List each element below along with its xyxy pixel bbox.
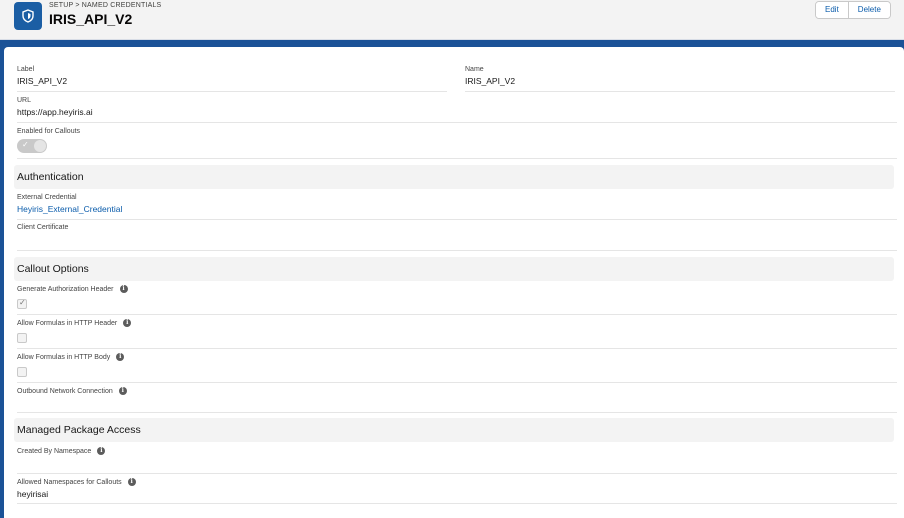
check-icon: ✓ xyxy=(22,140,29,149)
info-icon[interactable]: i xyxy=(119,285,128,293)
formula-header-field: Allow Formulas in HTTP Header i xyxy=(17,319,897,343)
name-field-label: Name xyxy=(465,66,484,73)
divider xyxy=(17,412,897,413)
detail-card: Label IRIS_API_V2 Name IRIS_API_V2 URL h… xyxy=(4,47,904,518)
allowed-ns-label: Allowed Namespaces for Callouts xyxy=(17,478,122,486)
formula-header-checkbox xyxy=(17,333,27,343)
created-by-label: Created By Namespace xyxy=(17,447,92,455)
page-title: IRIS_API_V2 xyxy=(49,11,133,27)
label-field-value: IRIS_API_V2 xyxy=(17,76,68,86)
gen-auth-label: Generate Authorization Header xyxy=(17,285,114,293)
created-by-label-row: Created By Namespace i xyxy=(17,447,897,455)
client-certificate-label: Client Certificate xyxy=(17,224,69,231)
breadcrumb[interactable]: SETUP > NAMED CREDENTIALS xyxy=(49,2,161,9)
url-field: URL https://app.heyiris.ai xyxy=(17,97,897,117)
gen-auth-label-row: Generate Authorization Header i xyxy=(17,285,897,293)
section-callout-options: Callout Options xyxy=(14,257,894,281)
created-by-field: Created By Namespace i xyxy=(17,447,897,458)
divider xyxy=(17,122,897,123)
formula-body-label-row: Allow Formulas in HTTP Body i xyxy=(17,353,897,361)
shield-icon xyxy=(14,2,42,30)
formula-body-field: Allow Formulas in HTTP Body i xyxy=(17,353,897,377)
formula-body-label: Allow Formulas in HTTP Body xyxy=(17,353,111,361)
callouts-field-label: Enabled for Callouts xyxy=(17,128,81,135)
info-icon[interactable]: i xyxy=(123,319,132,327)
divider xyxy=(17,314,897,315)
allowed-ns-label-row: Allowed Namespaces for Callouts i xyxy=(17,478,897,486)
divider xyxy=(465,91,895,92)
section-managed-package: Managed Package Access xyxy=(14,418,894,442)
name-field-value: IRIS_API_V2 xyxy=(465,76,516,86)
edit-button[interactable]: Edit xyxy=(816,2,848,18)
gen-auth-field: Generate Authorization Header i ✓ xyxy=(17,285,897,309)
divider xyxy=(17,158,897,159)
info-icon[interactable]: i xyxy=(116,353,125,361)
page-header: SETUP > NAMED CREDENTIALS IRIS_API_V2 Ed… xyxy=(0,0,904,40)
gen-auth-checkbox: ✓ xyxy=(17,298,27,309)
divider xyxy=(17,503,897,504)
client-certificate-field: Client Certificate xyxy=(17,224,897,234)
divider xyxy=(17,348,897,349)
url-field-label: URL xyxy=(17,97,32,104)
section-authentication: Authentication xyxy=(14,165,894,189)
outbound-label-row: Outbound Network Connection i xyxy=(17,387,897,395)
divider xyxy=(17,473,897,474)
outbound-label: Outbound Network Connection xyxy=(17,387,113,395)
allowed-ns-field: Allowed Namespaces for Callouts i heyiri… xyxy=(17,478,897,499)
callouts-field: Enabled for Callouts ✓ xyxy=(17,128,897,153)
divider xyxy=(17,250,897,251)
formula-body-checkbox xyxy=(17,367,27,377)
external-credential-link[interactable]: Heyiris_External_Credential xyxy=(17,204,897,214)
callouts-toggle: ✓ xyxy=(17,139,47,153)
external-credential-label: External Credential xyxy=(17,194,77,201)
divider xyxy=(17,219,897,220)
action-button-group: Edit Delete xyxy=(815,1,891,19)
info-icon[interactable]: i xyxy=(118,387,127,395)
name-field: Name IRIS_API_V2 xyxy=(465,66,895,86)
url-field-value: https://app.heyiris.ai xyxy=(17,107,93,117)
toggle-knob xyxy=(34,140,46,152)
label-field-label: Label xyxy=(17,66,35,73)
formula-header-label: Allow Formulas in HTTP Header xyxy=(17,319,118,327)
divider xyxy=(17,91,447,92)
info-icon[interactable]: i xyxy=(97,447,106,455)
delete-button[interactable]: Delete xyxy=(847,2,890,18)
info-icon[interactable]: i xyxy=(127,478,136,486)
outbound-field: Outbound Network Connection i xyxy=(17,387,897,398)
label-field: Label IRIS_API_V2 xyxy=(17,66,447,86)
allowed-ns-value: heyirisai xyxy=(17,489,49,499)
divider xyxy=(17,382,897,383)
external-credential-field: External Credential Heyiris_External_Cre… xyxy=(17,194,897,214)
check-icon: ✓ xyxy=(19,298,26,307)
formula-header-label-row: Allow Formulas in HTTP Header i xyxy=(17,319,897,327)
